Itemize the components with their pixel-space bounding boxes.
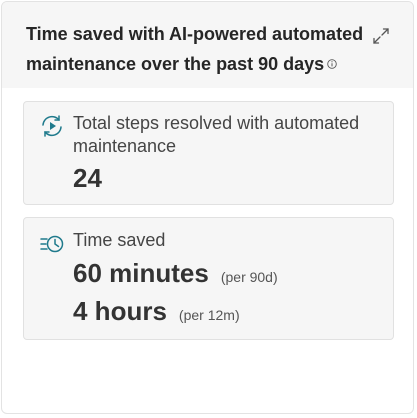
- clock-list-icon: [40, 235, 64, 253]
- time-saved-90d-value: 60 minutes: [73, 258, 209, 288]
- widget-title-text: Time saved with AI-powered automated mai…: [26, 24, 364, 74]
- time-saved-label: Time saved: [73, 230, 166, 250]
- widget-title: Time saved with AI-powered automated mai…: [26, 19, 366, 79]
- time-saved-90d-row: 60 minutes (per 90d): [73, 258, 278, 289]
- time-saved-12m-row: 4 hours (per 12m): [73, 296, 240, 327]
- steps-resolved-value: 24: [73, 163, 102, 193]
- automation-cycle-icon: [42, 115, 62, 137]
- time-saved-90d-period: (per 90d): [220, 269, 278, 285]
- time-saved-widget: Time saved with AI-powered automated mai…: [1, 1, 414, 414]
- steps-resolved-label: Total steps resolved with automated main…: [73, 113, 360, 156]
- steps-resolved-card: Total steps resolved with automated main…: [23, 101, 394, 205]
- time-saved-card: Time saved 60 minutes (per 90d) 4 hours (p…: [23, 217, 394, 340]
- expand-icon[interactable]: [371, 26, 391, 46]
- time-saved-12m-value: 4 hours: [73, 296, 167, 326]
- info-icon[interactable]: [327, 59, 337, 69]
- widget-header: Time saved with AI-powered automated mai…: [2, 2, 413, 88]
- time-saved-12m-period: (per 12m): [178, 307, 240, 323]
